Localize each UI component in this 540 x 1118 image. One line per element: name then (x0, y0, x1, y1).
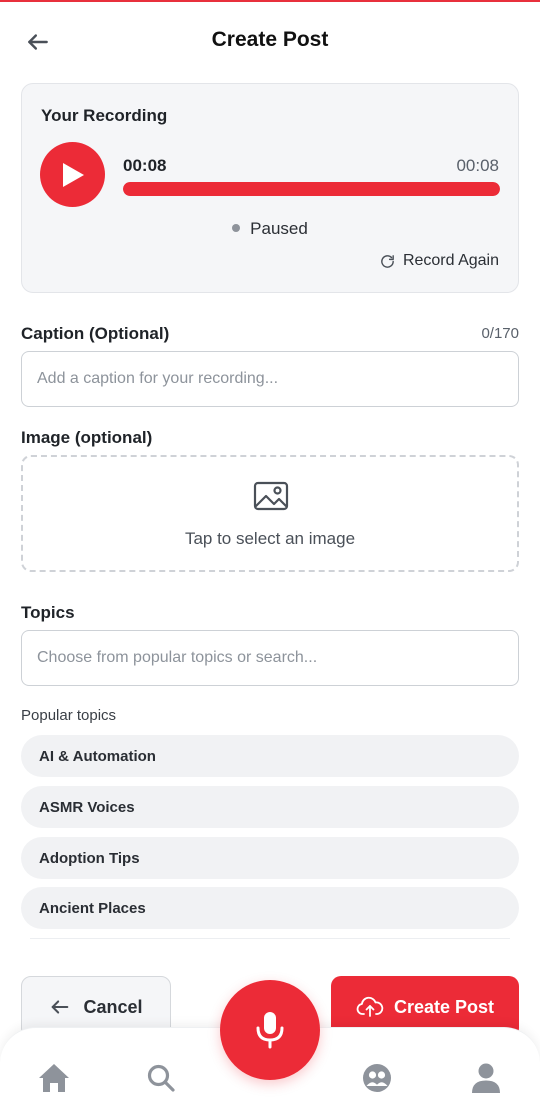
cloud-upload-icon (356, 996, 384, 1017)
profile-icon (472, 1063, 500, 1093)
header: Create Post (0, 14, 540, 70)
recording-title: Your Recording (41, 106, 168, 125)
nav-community[interactable] (357, 1058, 397, 1098)
record-again-label: Record Again (402, 252, 499, 269)
play-icon (62, 162, 84, 187)
cancel-label: Cancel (83, 996, 143, 1017)
image-icon (253, 481, 289, 511)
create-post-label: Create Post (393, 996, 495, 1017)
topics-label: Topics (21, 603, 75, 622)
nav-profile[interactable] (466, 1058, 506, 1098)
topic-chip-ancient-places[interactable]: Ancient Places (21, 887, 519, 929)
image-picker-prompt: Tap to select an image (184, 529, 356, 548)
playback-progress-bar[interactable] (123, 182, 500, 196)
arrow-left-icon (52, 1000, 69, 1014)
nav-search[interactable] (141, 1058, 181, 1098)
record-microphone-button[interactable] (220, 980, 320, 1080)
caption-input[interactable] (21, 351, 519, 407)
image-picker[interactable]: Tap to select an image (21, 455, 519, 572)
status-text: Paused (250, 219, 308, 238)
search-icon (147, 1064, 175, 1092)
playback-status: Paused (22, 219, 518, 239)
progress-fill (123, 182, 500, 196)
topic-chip-ai-automation[interactable]: AI & Automation (21, 735, 519, 777)
microphone-icon (256, 1012, 284, 1049)
topic-chip-asmr-voices[interactable]: ASMR Voices (21, 786, 519, 828)
top-accent-line (0, 0, 540, 2)
topic-chip-adoption-tips[interactable]: Adoption Tips (21, 837, 519, 879)
caption-label: Caption (Optional) (21, 324, 170, 343)
caption-counter: 0/170 (481, 325, 519, 342)
community-icon (363, 1064, 391, 1092)
total-time: 00:08 (456, 156, 499, 175)
recording-card: Your Recording 00:08 00:08 Paused Record… (21, 83, 519, 293)
status-dot (232, 223, 241, 232)
topics-divider (30, 938, 510, 939)
record-again-button[interactable]: Record Again (379, 252, 499, 270)
popular-topics-label: Popular topics (21, 707, 117, 724)
nav-home[interactable] (34, 1058, 74, 1098)
image-label: Image (optional) (21, 428, 153, 447)
current-time: 00:08 (123, 156, 167, 175)
play-button[interactable] (40, 142, 105, 207)
home-icon (39, 1064, 69, 1092)
refresh-icon (381, 254, 394, 268)
page-title: Create Post (211, 28, 329, 51)
topics-search-input[interactable] (21, 630, 519, 686)
